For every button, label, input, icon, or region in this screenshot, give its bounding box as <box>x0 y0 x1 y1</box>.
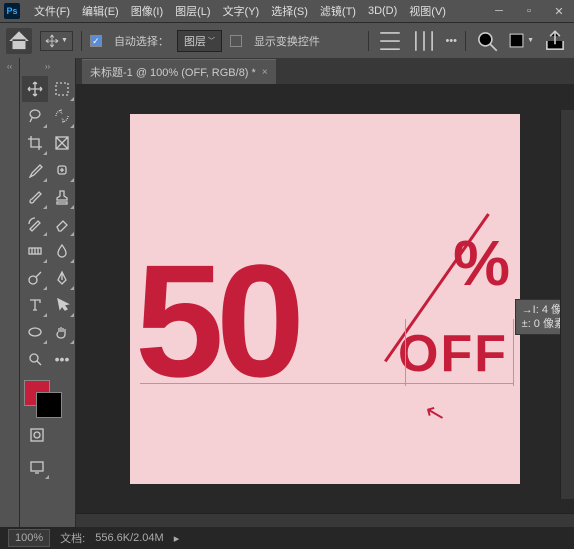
frame-tool[interactable] <box>49 130 75 156</box>
tool-preset[interactable]: ▼ <box>40 31 73 51</box>
brush-tool[interactable] <box>22 184 48 210</box>
more-icon[interactable]: ••• <box>445 35 457 47</box>
distribute-button[interactable] <box>411 28 437 54</box>
doc-size-value: 556.6K/2.04M <box>95 532 164 544</box>
menu-type[interactable]: 文字(Y) <box>217 3 266 19</box>
menu-filter[interactable]: 滤镜(T) <box>314 3 362 19</box>
arrange-button[interactable]: ▼ <box>508 28 534 54</box>
dodge-tool[interactable] <box>22 265 48 291</box>
text-percent: % <box>453 226 510 300</box>
annotation-arrow: ↖ <box>422 396 449 429</box>
share-button[interactable] <box>542 28 568 54</box>
path-select-tool[interactable] <box>49 292 75 318</box>
status-menu-icon[interactable]: ▸ <box>174 532 180 545</box>
auto-select-label: 自动选择： <box>114 33 169 49</box>
maximize-button[interactable]: ▫ <box>514 0 544 22</box>
move-tool[interactable] <box>22 76 48 102</box>
close-tab-icon[interactable]: × <box>262 67 268 78</box>
show-transform-label: 显示变换控件 <box>254 33 320 49</box>
chevron-down-icon: ▼ <box>61 37 68 44</box>
tab-title: 未标题-1 @ 100% (OFF, RGB/8) * <box>90 64 256 80</box>
type-tool[interactable] <box>22 292 48 318</box>
edit-toolbar[interactable]: ••• <box>49 346 75 372</box>
separator <box>81 31 82 51</box>
zoom-tool[interactable] <box>22 346 48 372</box>
screenmode-button[interactable] <box>24 454 50 480</box>
vertical-scrollbar[interactable] <box>560 110 574 499</box>
horizontal-scrollbar[interactable] <box>76 513 574 527</box>
zoom-level[interactable]: 100% <box>8 529 50 547</box>
history-brush-tool[interactable] <box>22 211 48 237</box>
smart-guide-v <box>405 319 406 386</box>
menu-select[interactable]: 选择(S) <box>265 3 314 19</box>
quickmask-button[interactable] <box>24 422 50 448</box>
toolbox-expand-icon[interactable]: ›› <box>20 58 75 74</box>
search-button[interactable] <box>474 28 500 54</box>
canvas[interactable]: 50 % OFF →I: 4 像素±: 0 像素 ↖ <box>130 114 520 484</box>
hand-tool[interactable] <box>49 319 75 345</box>
collapse-panel-icon[interactable]: ‹‹ <box>0 58 19 74</box>
menu-3d[interactable]: 3D(D) <box>362 5 403 17</box>
text-50: 50 <box>135 229 297 413</box>
ellipse-tool[interactable] <box>22 319 48 345</box>
pen-tool[interactable] <box>49 265 75 291</box>
align-button[interactable] <box>377 28 403 54</box>
home-button[interactable] <box>6 28 32 54</box>
minimize-button[interactable]: ─ <box>484 0 514 22</box>
marquee-tool[interactable] <box>49 76 75 102</box>
lasso-tool[interactable] <box>22 103 48 129</box>
menu-image[interactable]: 图像(I) <box>125 3 169 19</box>
crop-tool[interactable] <box>22 130 48 156</box>
app-logo: Ps <box>4 3 20 19</box>
blur-tool[interactable] <box>49 238 75 264</box>
gradient-tool[interactable] <box>22 238 48 264</box>
smart-guide-h <box>140 383 514 384</box>
document-tab[interactable]: 未标题-1 @ 100% (OFF, RGB/8) * × <box>82 59 276 84</box>
eyedropper-tool[interactable] <box>22 157 48 183</box>
doc-size-label: 文档: <box>60 530 85 546</box>
auto-select-target[interactable]: 图层﹀ <box>177 30 222 52</box>
text-off[interactable]: OFF <box>398 324 508 384</box>
menu-edit[interactable]: 编辑(E) <box>76 3 125 19</box>
show-transform-checkbox[interactable] <box>230 35 242 47</box>
separator <box>465 31 466 51</box>
chevron-down-icon: ﹀ <box>208 36 215 46</box>
separator <box>368 31 369 51</box>
menu-layer[interactable]: 图层(L) <box>169 3 216 19</box>
eraser-tool[interactable] <box>49 211 75 237</box>
close-button[interactable]: ✕ <box>544 0 574 22</box>
menu-view[interactable]: 视图(V) <box>403 3 452 19</box>
auto-select-checkbox[interactable] <box>90 35 102 47</box>
quick-select-tool[interactable] <box>49 103 75 129</box>
healing-tool[interactable] <box>49 157 75 183</box>
stamp-tool[interactable] <box>49 184 75 210</box>
menu-file[interactable]: 文件(F) <box>28 3 76 19</box>
background-color[interactable] <box>36 392 62 418</box>
